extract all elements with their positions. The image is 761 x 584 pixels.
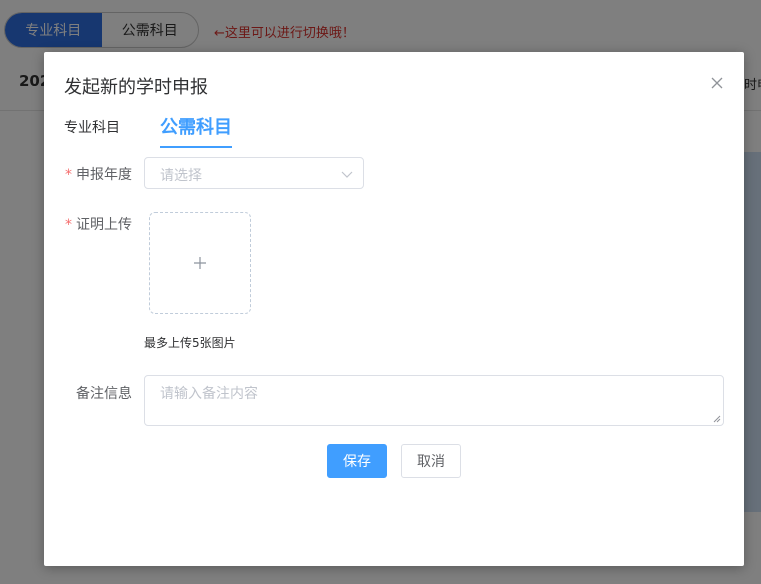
year-select[interactable]: 请选择 <box>144 157 364 189</box>
required-mark: * <box>65 167 72 183</box>
upload-label: * 证明上传 <box>44 214 132 234</box>
dialog-title: 发起新的学时申报 <box>64 77 208 98</box>
report-dialog: 发起新的学时申报 专业科目 公需科目 * 申报年度 请选择 * 证明上传 最多上传5… <box>44 52 744 566</box>
note-placeholder: 请输入备注内容 <box>160 386 258 402</box>
upload-tip: 最多上传5张图片 <box>144 336 236 350</box>
year-select-placeholder: 请选择 <box>160 168 202 184</box>
save-button[interactable]: 保存 <box>327 444 387 478</box>
tab-public[interactable]: 公需科目 <box>160 110 232 148</box>
note-label: 备注信息 <box>76 386 132 402</box>
close-button[interactable] <box>710 76 724 90</box>
required-mark: * <box>65 217 72 233</box>
close-icon[interactable] <box>710 76 724 90</box>
cancel-button[interactable]: 取消 <box>401 444 461 478</box>
note-textarea[interactable]: 请输入备注内容 <box>144 375 724 426</box>
resize-handle-icon[interactable] <box>713 415 721 423</box>
plus-icon <box>193 256 207 270</box>
upload-label-text: 证明上传 <box>76 217 132 233</box>
tab-professional[interactable]: 专业科目 <box>64 110 120 148</box>
year-label: * 申报年度 <box>44 164 132 184</box>
subject-tabs: 专业科目 公需科目 <box>64 110 724 148</box>
chevron-down-icon <box>341 168 353 180</box>
year-label-text: 申报年度 <box>76 167 132 183</box>
image-uploader[interactable] <box>149 212 251 314</box>
